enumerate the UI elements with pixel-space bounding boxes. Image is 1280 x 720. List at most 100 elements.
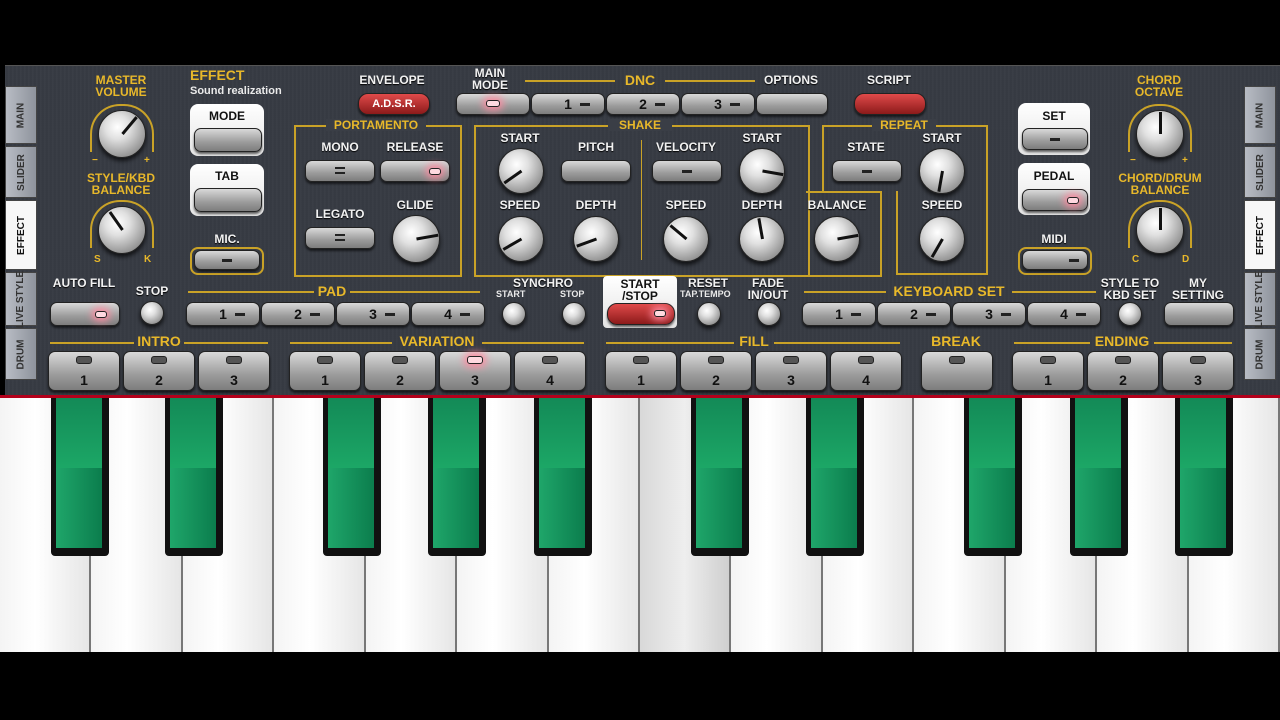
glide-knob[interactable] bbox=[392, 215, 440, 263]
velocity-start-knob[interactable] bbox=[739, 148, 785, 194]
black-key[interactable] bbox=[1070, 398, 1128, 556]
pedal-button[interactable] bbox=[1022, 189, 1088, 211]
tab-button[interactable] bbox=[194, 188, 262, 212]
shake-start-knob[interactable] bbox=[498, 148, 544, 194]
pad-line-left bbox=[188, 291, 314, 293]
repeat-speed-knob[interactable] bbox=[919, 216, 965, 262]
tab-slider-left[interactable]: SLIDER bbox=[5, 146, 37, 198]
dnc-button-3[interactable]: 3 bbox=[681, 93, 755, 115]
shake-speed-knob[interactable] bbox=[498, 216, 544, 262]
synchro-start-button[interactable] bbox=[502, 302, 526, 326]
release-button[interactable] bbox=[380, 160, 450, 182]
tab-effect-right[interactable]: EFFECT bbox=[1244, 200, 1276, 270]
tab-slider-right[interactable]: SLIDER bbox=[1244, 146, 1276, 198]
ending-button-3[interactable]: 3 bbox=[1162, 351, 1234, 391]
fade-button[interactable] bbox=[757, 302, 781, 326]
mono-label: MONO bbox=[321, 140, 359, 154]
fill-button-1[interactable]: 1 bbox=[605, 351, 677, 391]
stop-label: STOP bbox=[135, 284, 169, 298]
adsr-button[interactable]: A.D.S.R. bbox=[358, 93, 430, 115]
black-key[interactable] bbox=[165, 398, 223, 556]
black-key[interactable] bbox=[51, 398, 109, 556]
ending-button-2[interactable]: 2 bbox=[1087, 351, 1159, 391]
black-key[interactable] bbox=[1175, 398, 1233, 556]
kbdset-line-right bbox=[1012, 291, 1096, 293]
kbd-set-button-4[interactable]: 4 bbox=[1027, 302, 1101, 326]
break-button[interactable] bbox=[921, 351, 993, 391]
intro-button-2[interactable]: 2 bbox=[123, 351, 195, 391]
reset-button[interactable] bbox=[697, 302, 721, 326]
dnc-line-right bbox=[665, 80, 755, 82]
pad-label: PAD bbox=[317, 283, 347, 299]
style-to-kbd-button[interactable] bbox=[1118, 302, 1142, 326]
auto-fill-button[interactable] bbox=[50, 302, 120, 326]
tab-drum-right[interactable]: DRUM bbox=[1244, 328, 1276, 380]
pad-button-2[interactable]: 2 bbox=[261, 302, 335, 326]
chord-drum-balance-label: CHORD/DRUM BALANCE bbox=[1118, 171, 1202, 197]
tab-drum-left[interactable]: DRUM bbox=[5, 328, 37, 380]
legato-button[interactable] bbox=[305, 227, 375, 249]
variation-button-1[interactable]: 1 bbox=[289, 351, 361, 391]
chord-octave-knob[interactable] bbox=[1136, 110, 1184, 158]
fill-button-3[interactable]: 3 bbox=[755, 351, 827, 391]
variation-button-3[interactable]: 3 bbox=[439, 351, 511, 391]
black-key[interactable] bbox=[428, 398, 486, 556]
release-label: RELEASE bbox=[386, 140, 444, 154]
pad-button-3[interactable]: 3 bbox=[336, 302, 410, 326]
velocity-button[interactable] bbox=[652, 160, 722, 182]
tab-main-right[interactable]: MAIN bbox=[1244, 86, 1276, 144]
main-mode-button[interactable] bbox=[456, 93, 530, 115]
tab-live-style-right[interactable]: LIVE STYLE bbox=[1244, 270, 1276, 328]
black-key[interactable] bbox=[323, 398, 381, 556]
tab-live-style-left[interactable]: LIVE STYLE bbox=[5, 270, 37, 328]
mono-button[interactable] bbox=[305, 160, 375, 182]
synchro-stop-button[interactable] bbox=[562, 302, 586, 326]
velocity-speed-knob[interactable] bbox=[663, 216, 709, 262]
intro-button-1[interactable]: 1 bbox=[48, 351, 120, 391]
balance-knob[interactable] bbox=[814, 216, 860, 262]
kbd-set-button-1[interactable]: 1 bbox=[802, 302, 876, 326]
variation-button-4[interactable]: 4 bbox=[514, 351, 586, 391]
options-button[interactable] bbox=[756, 93, 828, 115]
black-key[interactable] bbox=[964, 398, 1022, 556]
balance-k-label: K bbox=[144, 254, 152, 265]
fill-button-2[interactable]: 2 bbox=[680, 351, 752, 391]
ending-button-1[interactable]: 1 bbox=[1012, 351, 1084, 391]
chord-octave-minus: − bbox=[1130, 155, 1136, 166]
dnc-button-2[interactable]: 2 bbox=[606, 93, 680, 115]
set-button[interactable] bbox=[1022, 128, 1088, 150]
repeat-start-knob[interactable] bbox=[919, 148, 965, 194]
black-key[interactable] bbox=[691, 398, 749, 556]
balance-c-label: C bbox=[1132, 254, 1140, 265]
my-setting-button[interactable] bbox=[1164, 302, 1234, 326]
shake-depth-knob[interactable] bbox=[573, 216, 619, 262]
dnc-label: DNC bbox=[624, 72, 656, 88]
midi-button[interactable] bbox=[1022, 250, 1088, 270]
pad-button-4[interactable]: 4 bbox=[411, 302, 485, 326]
intro-button-3[interactable]: 3 bbox=[198, 351, 270, 391]
variation-line-left bbox=[290, 342, 392, 344]
master-volume-knob[interactable] bbox=[98, 110, 146, 158]
script-button[interactable] bbox=[854, 93, 926, 115]
pad-button-1[interactable]: 1 bbox=[186, 302, 260, 326]
style-kbd-balance-knob[interactable] bbox=[98, 206, 146, 254]
fill-button-4[interactable]: 4 bbox=[830, 351, 902, 391]
black-key[interactable] bbox=[806, 398, 864, 556]
black-key[interactable] bbox=[534, 398, 592, 556]
velocity-depth-knob[interactable] bbox=[739, 216, 785, 262]
state-button[interactable] bbox=[832, 160, 902, 182]
tab-label: TAB bbox=[215, 169, 239, 183]
mode-button[interactable] bbox=[194, 128, 262, 152]
tab-main-left[interactable]: MAIN bbox=[5, 86, 37, 144]
chord-drum-balance-knob[interactable] bbox=[1136, 206, 1184, 254]
tab-effect-left[interactable]: EFFECT bbox=[5, 200, 37, 270]
start-stop-button[interactable] bbox=[607, 303, 675, 325]
kbd-set-button-2[interactable]: 2 bbox=[877, 302, 951, 326]
dnc-button-1[interactable]: 1 bbox=[531, 93, 605, 115]
mic-button[interactable] bbox=[194, 250, 260, 270]
kbd-set-button-3[interactable]: 3 bbox=[952, 302, 1026, 326]
pitch-button[interactable] bbox=[561, 160, 631, 182]
state-label: STATE bbox=[847, 140, 885, 154]
variation-button-2[interactable]: 2 bbox=[364, 351, 436, 391]
stop-button[interactable] bbox=[140, 301, 164, 325]
